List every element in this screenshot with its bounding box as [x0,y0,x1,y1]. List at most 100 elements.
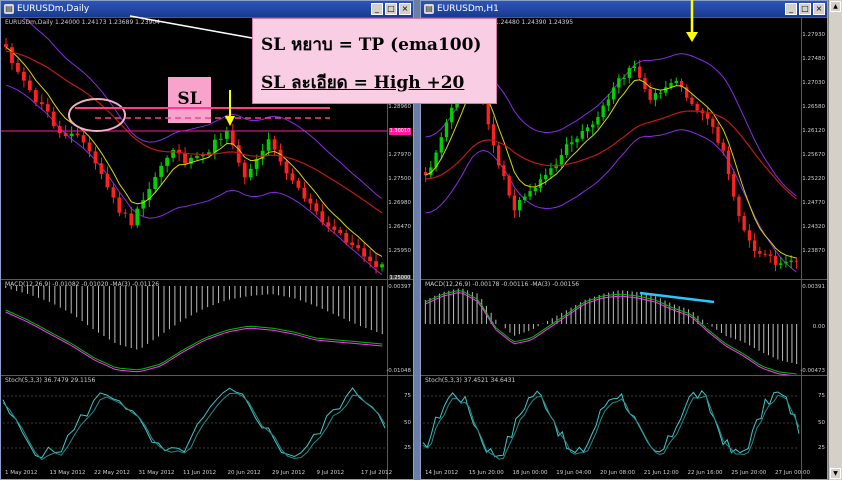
candle-body [123,212,128,214]
date-tick-label: 1 May 2012 [5,470,38,476]
candle-body [674,80,678,83]
candle-body [580,131,584,139]
candle-body [338,229,343,234]
price-tick-label: 1.24320 [802,224,825,230]
candle-body [27,80,32,91]
scroll-down-arrow-icon[interactable]: ▼ [830,468,841,479]
stochastic-tick-label: 25 [404,445,411,451]
candle-body [512,195,517,211]
date-tick-label: 9 Jul 2012 [316,470,345,476]
candle-body [135,208,140,226]
candle-body [632,66,637,69]
price-pane-label: EURUSDm,Daily 1.24000 1.24173 1.23689 1.… [5,19,160,26]
candle-body [171,149,176,158]
minimize-button[interactable]: _ [371,3,383,15]
close-button[interactable]: × [399,3,411,15]
price-tick-label: 1.26120 [802,128,825,134]
price-tick-label: 1.26470 [388,224,411,230]
candle-body [538,179,543,188]
stochastic-signal-line [422,394,800,460]
window-titlebar[interactable]: ▤ EURUSDm,H1 _ □ × [421,1,827,17]
candle-body [16,62,20,72]
date-tick-label: 31 May 2012 [138,470,175,476]
maximize-button[interactable]: □ [385,3,397,15]
scroll-up-arrow-icon[interactable]: ▲ [830,1,841,12]
candle-body [218,138,223,140]
candle-body [507,176,511,196]
date-tick-label: 27 Jun 00:00 [775,470,810,476]
candle-body [93,151,98,164]
candle-body [585,127,590,132]
candle-body [575,138,579,143]
sl-label: SL [168,77,211,123]
stochastic-scale[interactable]: 75 50 25 [387,376,413,479]
candle-body [606,99,611,106]
candle-body [648,89,652,100]
vertical-scrollbar[interactable]: ▲ ▼ [828,0,842,480]
candle-body [368,256,372,262]
candle-body [129,213,134,226]
stochastic-tick-label: 50 [818,420,825,426]
price-tick-label: 1.26580 [802,104,825,110]
candle-body [69,133,74,137]
date-axis: 1 May 2012 13 May 2012 22 May 2012 31 May 2… [1,469,392,479]
macd-line [5,309,383,371]
date-tick-label: 19 Jun 04:00 [556,470,592,476]
candle-body [528,191,532,197]
stochastic-signal-line [2,392,386,461]
candle-body [664,87,668,93]
candle-body [784,261,788,264]
candle-body [517,200,522,211]
minimize-button[interactable]: _ [785,3,797,15]
macd-pane[interactable]: MACD(12,26,9) -0.00178 -0.00116 -MA(3) -… [421,279,827,376]
macd-signal-line [5,311,383,373]
candle-body [747,230,752,241]
ema-fast-line [425,79,797,259]
macd-tick-label: 0.00391 [802,284,825,290]
macd-scale[interactable]: 0.00391 0.00 -0.00473 [800,280,827,375]
price-tick-label: 1.27500 [388,176,411,182]
close-button[interactable]: × [813,3,825,15]
window-title: EURUSDm,Daily [17,4,90,14]
maximize-button[interactable]: □ [799,3,811,15]
candle-body [51,111,56,127]
stochastic-pane[interactable]: Stoch(5,3,3) 36.7479 29.1156 75 50 25 1 Ma… [1,375,413,479]
candle-body [690,97,694,104]
candle-body [75,133,80,136]
candle-body [380,264,384,268]
candle-body [272,139,277,150]
price-scale[interactable]: 1.27930 1.27480 1.27030 1.26580 1.26120 1.256… [801,18,827,279]
candle-body [450,107,454,123]
candle-body [153,176,158,189]
candle-body [794,260,799,262]
macd-scale[interactable]: 0.00397 -0.01048 [386,280,413,375]
candle-body [290,173,295,181]
price-tick-label: 1.27970 [388,152,411,158]
stochastic-tick-label: 25 [818,445,825,451]
price-tick-label: 1.27930 [802,32,825,38]
candle-body [439,137,443,153]
macd-chart [5,286,383,373]
candle-body [284,161,289,174]
price-tick-label: 1.25220 [802,176,825,182]
stochastic-pane[interactable]: Stoch(5,3,3) 37.4521 34.6431 75 50 25 14 J… [421,375,827,479]
candle-body [726,150,731,175]
candle-body [159,165,164,177]
candle-body [33,90,38,103]
date-tick-label: 11 Jun 2012 [183,470,217,476]
candle-body [242,162,247,178]
candle-body [758,251,762,254]
date-tick-label: 21 Jun 12:00 [643,470,679,476]
candle-body [10,47,14,63]
macd-tick-label: -0.01048 [386,368,411,374]
candle-body [308,198,313,204]
candle-body [658,92,663,94]
candle-body [705,113,710,119]
stochastic-pane-label: Stoch(5,3,3) 36.7479 29.1156 [5,377,96,384]
window-titlebar[interactable]: ▤ EURUSDm,Daily _ □ × [1,1,413,17]
line-price-badge: 1.30010 [389,128,411,135]
date-tick-label: 17 Jul 2012 [361,470,393,476]
macd-pane[interactable]: MACD(12,26,9) -0.01082 -0.01020 -MA(3) -… [1,279,413,375]
stochastic-tick-label: 75 [404,393,411,399]
stochastic-scale[interactable]: 75 50 25 [801,376,827,479]
